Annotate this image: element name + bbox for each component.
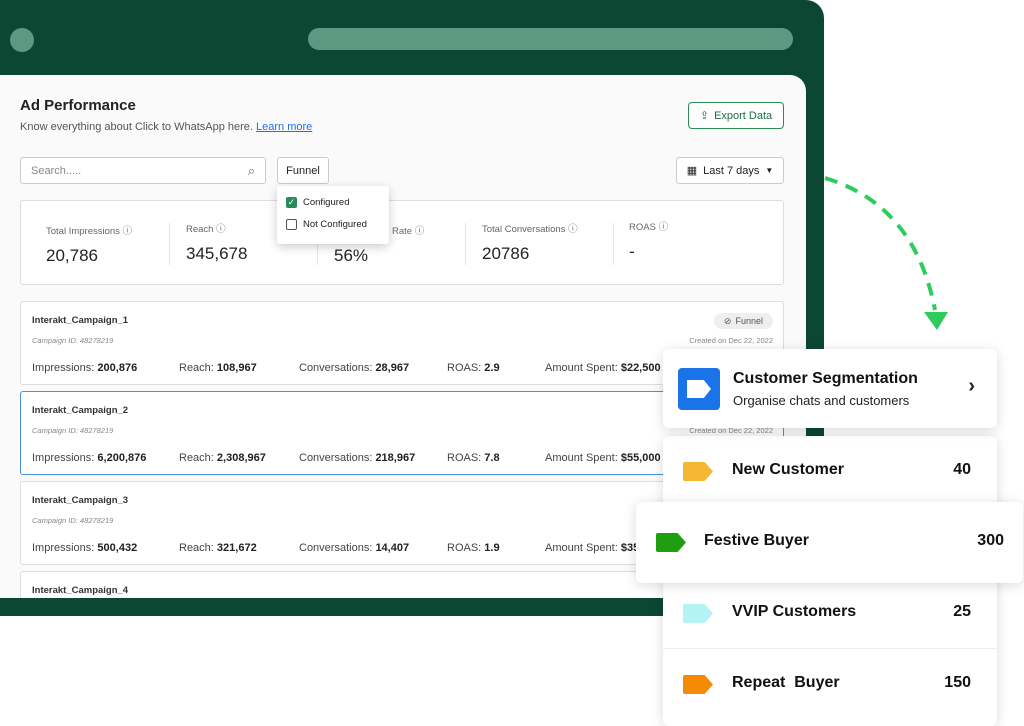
learn-more-link[interactable]: Learn more: [256, 121, 312, 133]
export-icon: ⇪: [699, 110, 710, 122]
tag-icon: [683, 462, 713, 481]
stat-total-impressions: Total Impressions ⓘ 20,786: [46, 226, 133, 265]
segment-row-new-customer[interactable]: New Customer 40: [663, 436, 997, 507]
subtitle-text: Know everything about Click to WhatsApp …: [20, 121, 253, 133]
metric-impressions: Impressions: 200,876: [32, 362, 138, 374]
metric-reach: Reach: 2,308,967: [179, 452, 266, 464]
stat-value: -: [629, 242, 635, 261]
segment-name: New Customer: [732, 461, 845, 478]
metric-amount-spent: Amount Spent: $22,500: [545, 362, 661, 374]
metric-roas: ROAS: 7.8: [447, 452, 500, 464]
tag-icon: [656, 533, 686, 552]
metric-impressions: Impressions: 6,200,876: [32, 452, 147, 464]
chevron-down-icon: ▼: [765, 166, 774, 175]
stat-label: Total Conversations: [482, 224, 566, 235]
metric-conversations: Conversations: 28,967: [299, 362, 410, 374]
checkbox-unchecked[interactable]: [286, 218, 297, 230]
funnel-badge: ⊘ Funnel: [713, 313, 773, 329]
campaign-id: Campaign ID: 48278219: [32, 336, 114, 345]
search-input[interactable]: Search..... ⌕: [20, 157, 266, 184]
campaign-id: Campaign ID: 48278219: [32, 426, 114, 435]
stat-value: 345,678: [186, 244, 248, 263]
metric-amount-spent: Amount Spent: $35: [545, 542, 640, 554]
option-label: Not Configured: [303, 218, 367, 230]
badge-label: Funnel: [735, 316, 763, 326]
date-range-label: Last 7 days: [703, 164, 760, 177]
export-label: Export Data: [714, 109, 773, 122]
tag-icon: [683, 675, 713, 694]
created-date: Created on Dec 22, 2022: [689, 336, 773, 345]
tag-icon: [683, 604, 713, 623]
metric-conversations: Conversations: 14,407: [299, 542, 410, 554]
segment-count: 25: [953, 603, 971, 620]
stat-reach: Reach ⓘ 345,678: [186, 224, 248, 263]
search-placeholder: Search.....: [31, 164, 82, 177]
funnel-filter[interactable]: Funnel: [277, 157, 329, 184]
campaign-name: Interakt_Campaign_1: [32, 315, 129, 326]
segment-row-repeat-buyer[interactable]: Repeat Buyer 150: [663, 649, 997, 720]
campaign-name: Interakt_Campaign_3: [32, 495, 129, 506]
stat-value: 20786: [482, 244, 530, 263]
customer-segmentation-card[interactable]: Customer Segmentation Organise chats and…: [663, 349, 997, 428]
stat-label: Reach: [186, 224, 214, 235]
campaign-name: Interakt_Campaign_2: [32, 405, 129, 416]
check-circle-icon: ⊘: [723, 315, 732, 326]
stat-label: Total Impressions: [46, 226, 120, 237]
option-not-configured[interactable]: Not Configured: [277, 213, 389, 235]
stat-label: ROAS: [629, 222, 656, 233]
segment-row-festive-buyer[interactable]: Festive Buyer 300: [636, 502, 1023, 583]
stat-total-conversations: Total Conversations ⓘ 20786: [482, 224, 578, 263]
dashed-arrow-icon: [824, 176, 948, 330]
stats-summary: Total Impressions ⓘ 20,786 Reach ⓘ 345,678…: [20, 200, 784, 285]
segmentation-subtitle: Organise chats and customers: [733, 393, 910, 408]
export-data-button[interactable]: ⇪ Export Data: [688, 102, 784, 129]
tag-icon: [678, 368, 720, 410]
option-configured[interactable]: ✓ Configured: [277, 191, 389, 213]
calendar-icon: ▦: [686, 165, 698, 177]
segment-count: 40: [953, 461, 971, 478]
segment-name: VVIP Customers: [732, 603, 857, 620]
page-subtitle: Know everything about Click to WhatsApp …: [20, 121, 312, 133]
option-label: Configured: [303, 196, 350, 208]
segment-count: 300: [977, 532, 1004, 549]
campaign-id: Campaign ID: 48278219: [32, 516, 114, 525]
chevron-right-icon[interactable]: ›: [968, 375, 975, 398]
date-range-select[interactable]: ▦ Last 7 days ▼: [676, 157, 784, 184]
segment-count: 150: [944, 674, 971, 691]
stat-value: 56%: [334, 246, 369, 265]
metric-amount-spent: Amount Spent: $55,000: [545, 452, 661, 464]
metric-reach: Reach: 108,967: [179, 362, 257, 374]
checkbox-checked[interactable]: ✓: [286, 196, 297, 208]
segment-name: Repeat Buyer: [732, 674, 840, 691]
metric-roas: ROAS: 2.9: [447, 362, 500, 374]
page-title: Ad Performance: [20, 97, 136, 114]
segment-name: Festive Buyer: [704, 532, 809, 549]
metric-impressions: Impressions: 500,432: [32, 542, 138, 554]
window-dot: [10, 28, 34, 52]
segment-row-vvip[interactable]: VVIP Customers 25: [663, 578, 997, 649]
metric-reach: Reach: 321,672: [179, 542, 257, 554]
stat-label: Rate: [392, 226, 413, 237]
stat-value: 20,786: [46, 246, 98, 265]
stat-roas: ROAS ⓘ -: [629, 222, 669, 261]
metric-conversations: Conversations: 218,967: [299, 452, 416, 464]
funnel-dropdown: ✓ Configured Not Configured: [277, 186, 389, 244]
segmentation-title: Customer Segmentation: [733, 370, 918, 387]
address-bar: [308, 28, 793, 50]
campaign-name: Interakt_Campaign_4: [32, 585, 129, 596]
search-icon: ⌕: [247, 162, 255, 178]
metric-roas: ROAS: 1.9: [447, 542, 500, 554]
